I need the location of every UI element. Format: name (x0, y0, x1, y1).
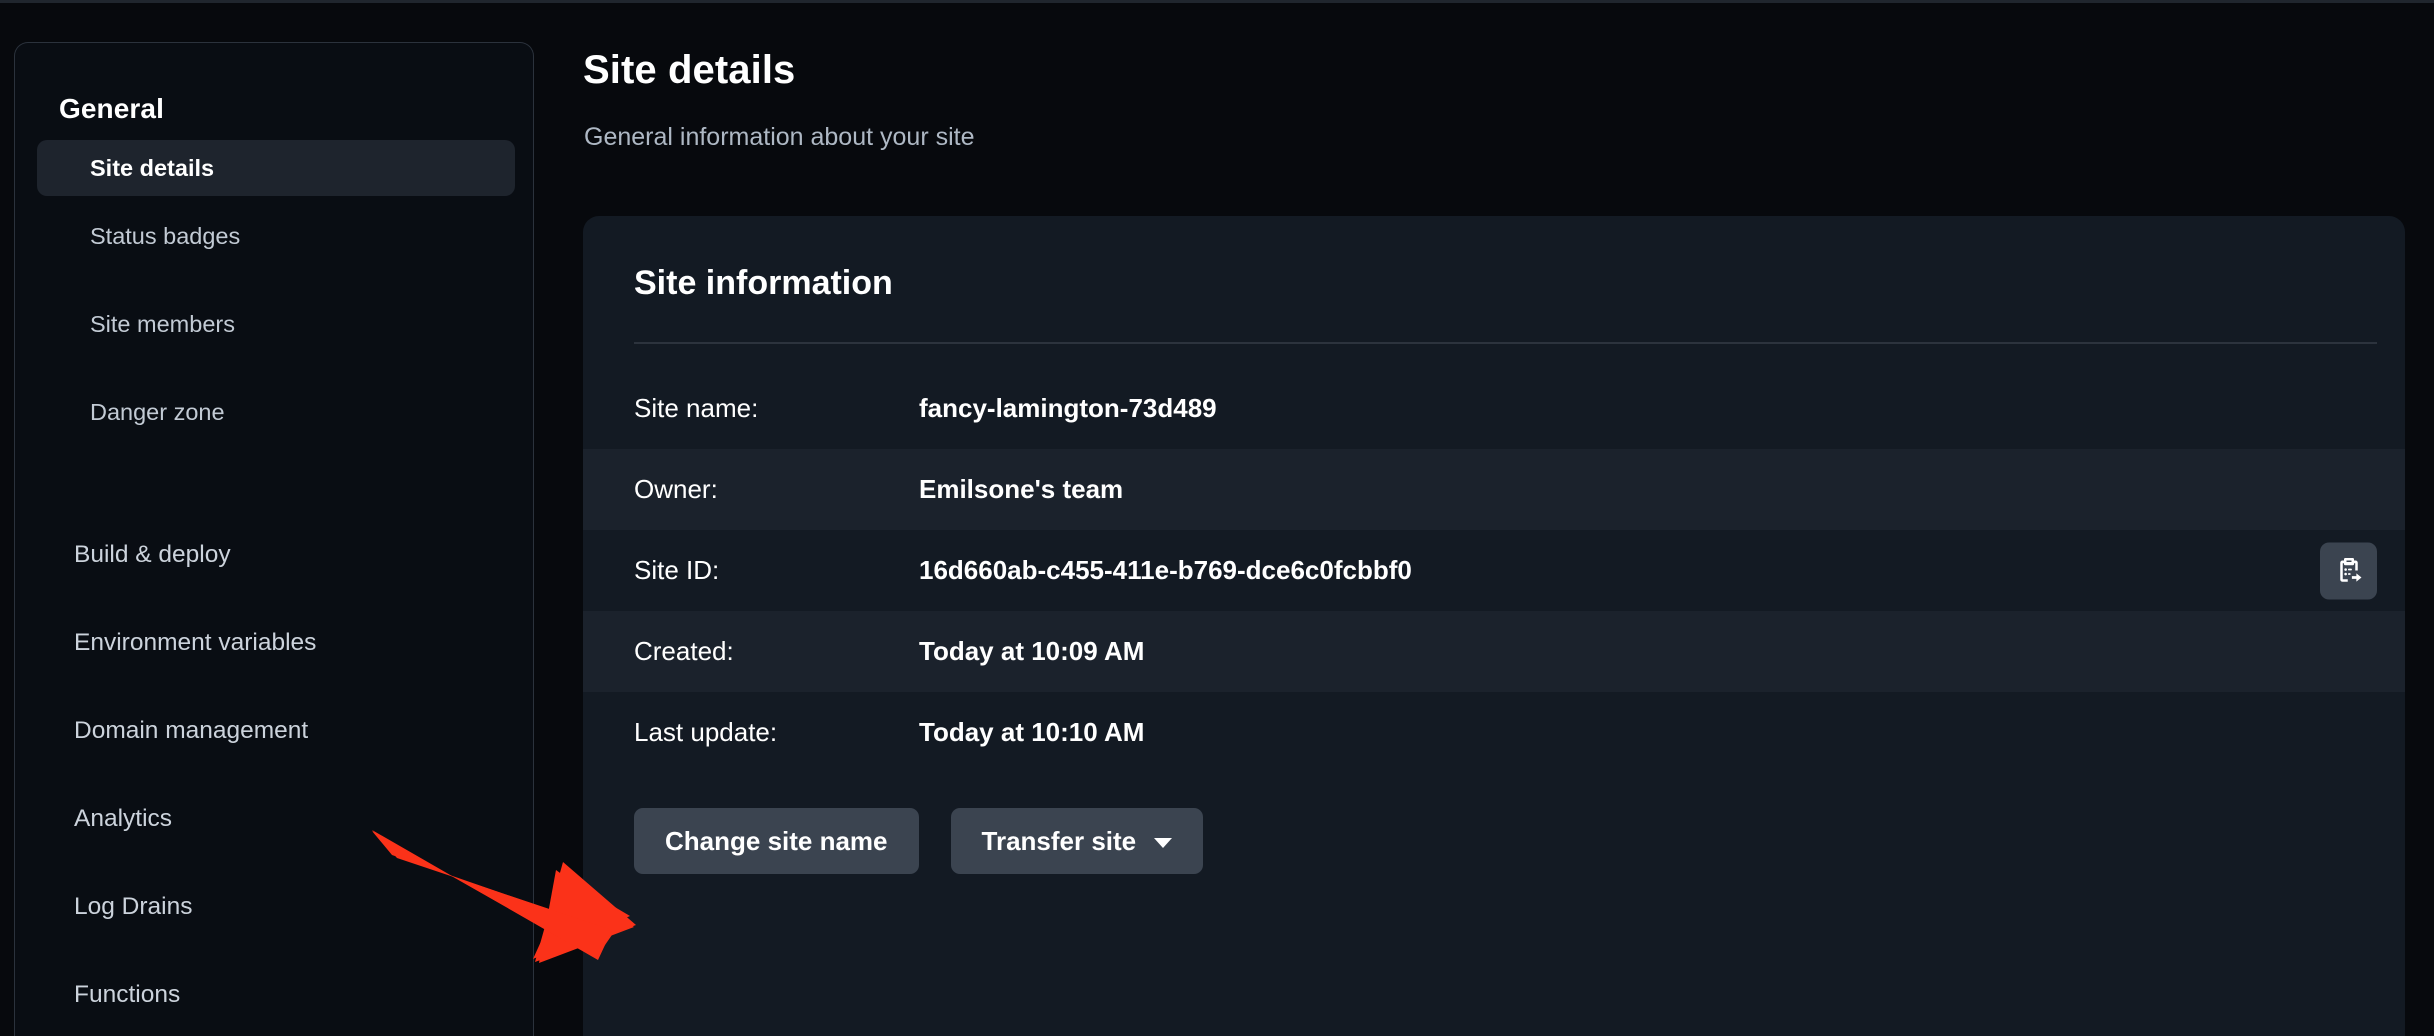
card-divider (634, 342, 2377, 344)
table-row-site-name: Site name: fancy-lamington-73d489 (583, 368, 2405, 449)
row-value: 16d660ab-c455-411e-b769-dce6c0fcbbf0 (919, 555, 1412, 585)
table-row-owner: Owner: Emilsone's team (583, 449, 2405, 530)
sidebar-item-build-and-deploy[interactable]: Build & deploy (37, 527, 515, 583)
change-site-name-label: Change site name (665, 825, 888, 856)
sidebar-item-analytics[interactable]: Analytics (37, 791, 515, 847)
sidebar-item-functions[interactable]: Functions (37, 967, 515, 1023)
row-label: Site ID: (634, 555, 720, 585)
sidebar-item-label: Danger zone (90, 398, 225, 425)
sidebar-item-label: Site details (90, 154, 215, 181)
copy-site-id-button[interactable] (2320, 542, 2377, 599)
main-content: Site details General information about y… (583, 0, 2434, 1036)
chevron-down-icon (1154, 837, 1173, 848)
sidebar-top-level-items: Build & deploy Environment variables Dom… (37, 527, 515, 1023)
app-root: General Site details Status badges Site … (0, 0, 2434, 1036)
row-label: Owner: (634, 474, 718, 504)
sidebar-item-label: Environment variables (74, 629, 317, 656)
site-information-table: Site name: fancy-lamington-73d489 Owner:… (583, 368, 2405, 773)
transfer-site-button[interactable]: Transfer site (950, 808, 1204, 874)
sidebar-item-label: Analytics (74, 805, 173, 832)
transfer-site-label: Transfer site (981, 825, 1137, 856)
sidebar-section-title-general: General (59, 93, 164, 124)
table-row-site-id: Site ID: 16d660ab-c455-411e-b769-dce6c0f… (583, 530, 2405, 611)
page-subtitle: General information about your site (584, 123, 975, 151)
sidebar-item-label: Site members (90, 310, 235, 337)
sidebar-item-environment-variables[interactable]: Environment variables (37, 615, 515, 671)
sidebar-item-label: Functions (74, 981, 181, 1008)
clipboard-paste-icon (2334, 556, 2364, 586)
table-row-last-update: Last update: Today at 10:10 AM (583, 692, 2405, 773)
sidebar-item-domain-management[interactable]: Domain management (37, 703, 515, 759)
sidebar-item-status-badges[interactable]: Status badges (37, 208, 515, 264)
table-row-created: Created: Today at 10:09 AM (583, 611, 2405, 692)
row-value: Today at 10:09 AM (919, 636, 1145, 666)
sidebar-item-log-drains[interactable]: Log Drains (37, 879, 515, 935)
row-label: Site name: (634, 393, 759, 423)
sidebar-item-site-members[interactable]: Site members (37, 296, 515, 352)
row-value: Emilsone's team (919, 474, 1124, 504)
sidebar-item-label: Status badges (90, 222, 241, 249)
row-value: Today at 10:10 AM (919, 717, 1145, 747)
sidebar-general-subitems: Site details Status badges Site members … (37, 140, 515, 440)
card-title: Site information (634, 264, 893, 302)
row-value: fancy-lamington-73d489 (919, 393, 1217, 423)
site-information-card: Site information Site name: fancy-laming… (583, 216, 2405, 1036)
settings-sidebar: General Site details Status badges Site … (14, 42, 534, 1036)
card-actions: Change site name Transfer site (634, 808, 1204, 874)
row-label: Last update: (634, 717, 778, 747)
sidebar-item-site-details[interactable]: Site details (37, 140, 515, 196)
page-title: Site details (583, 48, 796, 92)
sidebar-item-label: Build & deploy (74, 541, 231, 568)
change-site-name-button[interactable]: Change site name (634, 808, 919, 874)
row-label: Created: (634, 636, 734, 666)
sidebar-item-danger-zone[interactable]: Danger zone (37, 384, 515, 440)
sidebar-item-label: Domain management (74, 717, 309, 744)
sidebar-item-label: Log Drains (74, 893, 193, 920)
